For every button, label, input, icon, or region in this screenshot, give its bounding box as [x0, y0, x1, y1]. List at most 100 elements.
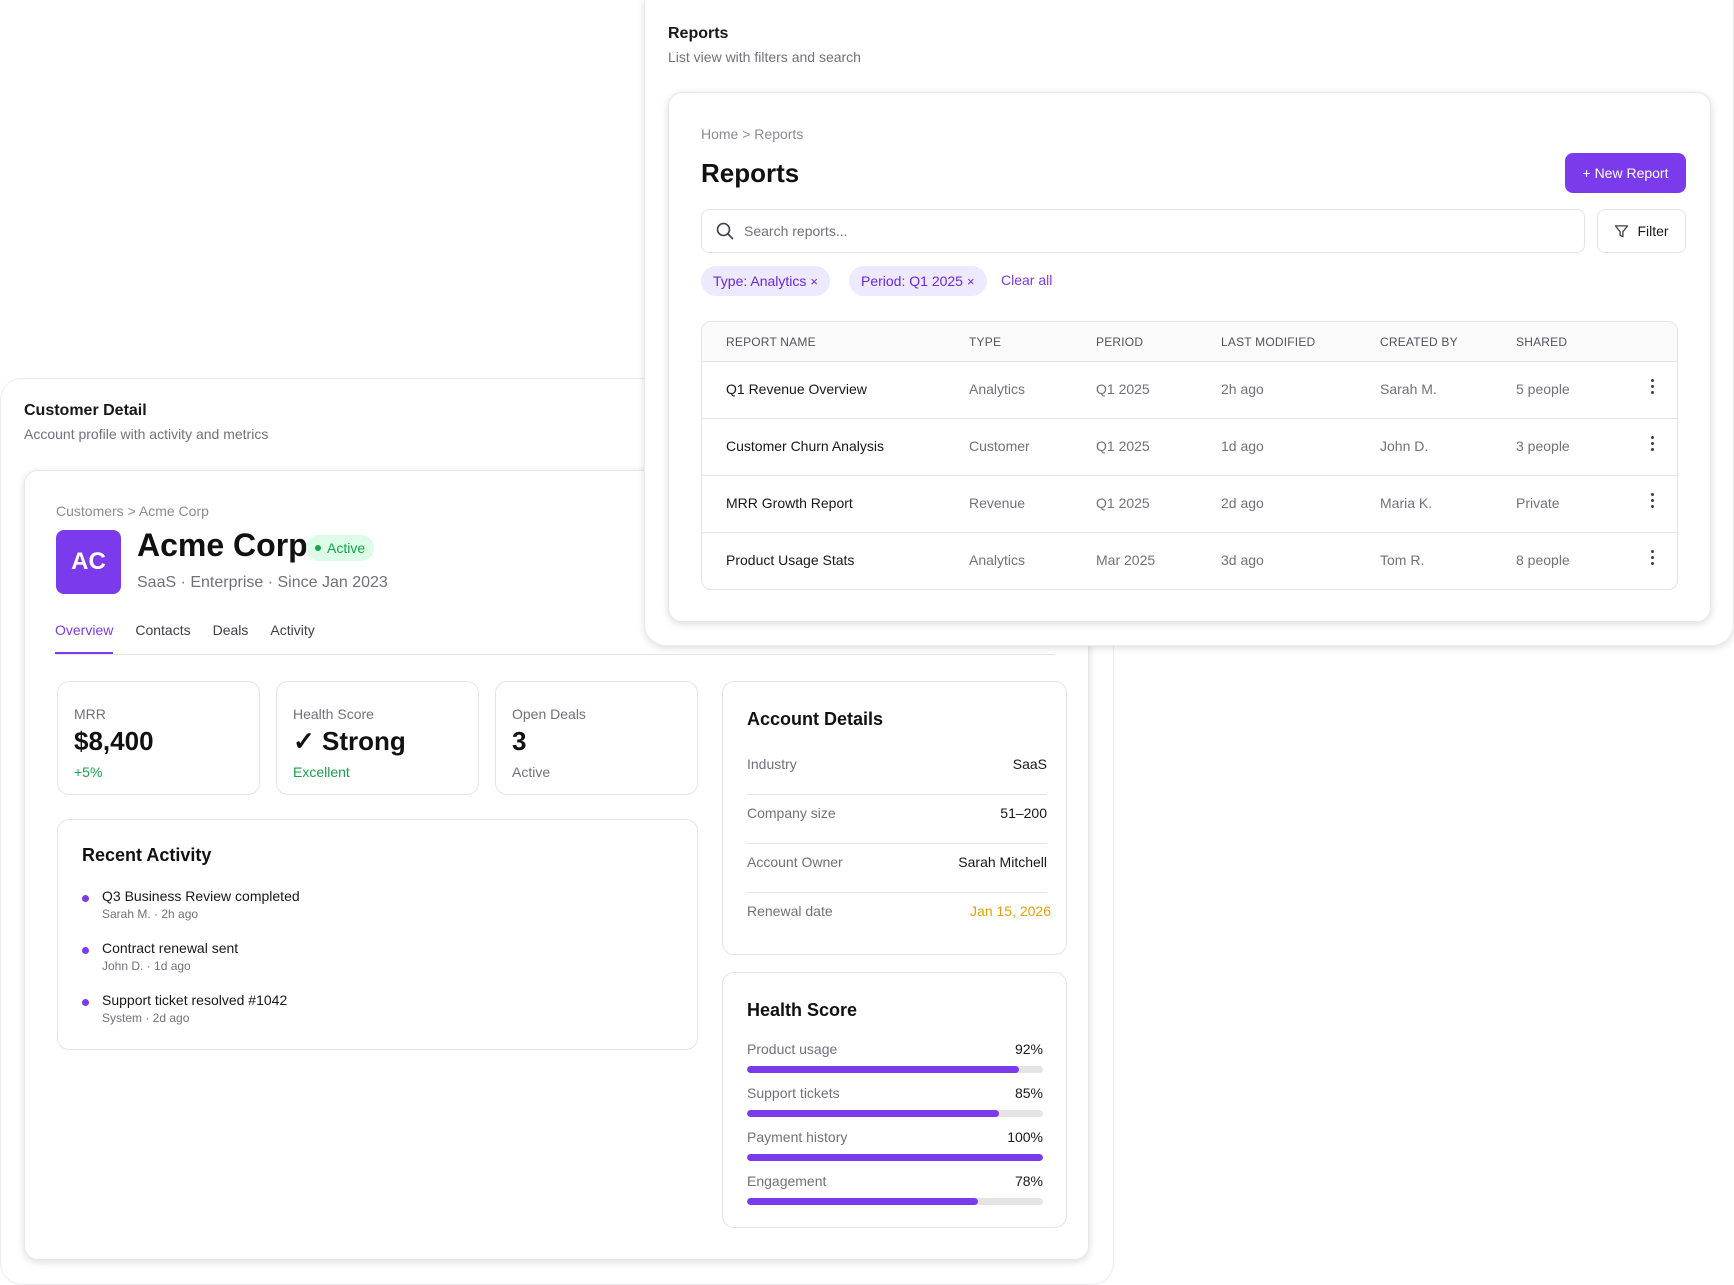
- detail-value: Sarah Mitchell: [958, 854, 1047, 870]
- metric-value: 85%: [1014, 1085, 1043, 1101]
- report-modified: 1d ago: [1221, 438, 1264, 454]
- kpi-label: Health Score: [293, 706, 374, 722]
- kpi-change: +5%: [74, 764, 103, 780]
- metric-label: Engagement: [747, 1173, 827, 1189]
- report-type: Revenue: [969, 495, 1026, 511]
- report-name[interactable]: Customer Churn Analysis: [726, 438, 884, 454]
- kpi-card-health: Health Score ✓ Strong Excellent: [276, 681, 479, 795]
- report-name[interactable]: Product Usage Stats: [726, 552, 854, 568]
- progress-track: [747, 1154, 1043, 1161]
- status-badge: Active: [306, 535, 375, 561]
- avatar: AC: [56, 530, 121, 594]
- close-icon[interactable]: ×: [967, 274, 975, 289]
- column-header[interactable]: REPORT NAME: [726, 335, 816, 349]
- detail-value: 51–200: [1000, 805, 1047, 821]
- chip-label: Period: Q1 2025: [861, 273, 963, 289]
- search-icon: [716, 222, 734, 240]
- kpi-label: Open Deals: [512, 706, 586, 722]
- metric-label: Payment history: [747, 1129, 848, 1145]
- more-vertical-icon[interactable]: [1651, 550, 1655, 570]
- reports-panel-title: Reports: [668, 25, 729, 42]
- metric-label: Product usage: [747, 1041, 838, 1057]
- customer-panel-subtitle: Account profile with activity and metric…: [24, 426, 269, 442]
- more-vertical-icon[interactable]: [1651, 436, 1655, 456]
- more-vertical-icon[interactable]: [1651, 493, 1655, 513]
- progress-track: [747, 1198, 1043, 1205]
- filter-chip-period[interactable]: Period: Q1 2025 ×: [849, 266, 987, 296]
- kpi-card-deals: Open Deals 3 Active: [495, 681, 698, 795]
- column-header[interactable]: TYPE: [969, 335, 1001, 349]
- report-creator: John D.: [1380, 438, 1429, 454]
- kpi-value: 3: [512, 726, 527, 756]
- metric-value: 100%: [1007, 1129, 1043, 1145]
- report-modified: 2h ago: [1221, 381, 1264, 397]
- activity-text: Contract renewal sent: [102, 940, 239, 956]
- filter-label: Filter: [1637, 223, 1669, 239]
- tab-bar: Overview Contacts Deals Activity: [55, 622, 337, 654]
- report-creator: Sarah M.: [1380, 381, 1437, 397]
- table-header: REPORT NAME TYPE PERIOD LAST MODIFIED CR…: [702, 322, 1677, 362]
- report-creator: Maria K.: [1380, 495, 1433, 511]
- tab-overview[interactable]: Overview: [55, 622, 114, 654]
- page-title: Acme Corp: [137, 527, 308, 563]
- metric-label: Support tickets: [747, 1085, 840, 1101]
- progress-fill: [747, 1066, 1020, 1073]
- filter-chip-type[interactable]: Type: Analytics ×: [701, 266, 830, 296]
- clear-all-link[interactable]: Clear all: [1001, 272, 1052, 288]
- customer-meta: SaaS · Enterprise · Since Jan 2023: [137, 574, 388, 591]
- report-name[interactable]: Q1 Revenue Overview: [726, 381, 867, 397]
- chip-label: Type: Analytics: [713, 273, 807, 289]
- report-shared: 5 people: [1516, 381, 1570, 397]
- column-header[interactable]: SHARED: [1516, 335, 1567, 349]
- kpi-value: $8,400: [74, 726, 154, 756]
- detail-row: Industry SaaS: [747, 746, 1047, 795]
- reports-table: REPORT NAME TYPE PERIOD LAST MODIFIED CR…: [701, 321, 1678, 590]
- tab-contacts[interactable]: Contacts: [135, 622, 190, 654]
- detail-key: Company size: [747, 805, 836, 821]
- health-score-card: Health Score Product usage 92% Support t…: [722, 972, 1067, 1228]
- more-vertical-icon[interactable]: [1651, 379, 1655, 399]
- tab-divider: [55, 654, 1055, 655]
- section-title: Account Details: [747, 709, 884, 729]
- metric-value: 92%: [1014, 1041, 1043, 1057]
- breadcrumb[interactable]: Customers > Acme Corp: [56, 503, 209, 519]
- tab-activity[interactable]: Activity: [270, 622, 314, 654]
- column-header[interactable]: PERIOD: [1096, 335, 1143, 349]
- close-icon[interactable]: ×: [810, 274, 818, 289]
- report-creator: Tom R.: [1380, 552, 1425, 568]
- column-header[interactable]: LAST MODIFIED: [1221, 335, 1315, 349]
- report-shared: 3 people: [1516, 438, 1570, 454]
- progress-track: [747, 1110, 1043, 1117]
- activity-meta: Sarah M. · 2h ago: [102, 907, 199, 921]
- detail-row: Account Owner Sarah Mitchell: [747, 844, 1047, 893]
- kpi-status: Excellent: [293, 764, 350, 780]
- report-modified: 2d ago: [1221, 495, 1264, 511]
- kpi-card-mrr: MRR $8,400 +5%: [57, 681, 260, 795]
- table-row[interactable]: Q1 Revenue Overview Analytics Q1 2025 2h…: [702, 362, 1677, 419]
- kpi-label: MRR: [74, 706, 106, 722]
- column-header[interactable]: CREATED BY: [1380, 335, 1458, 349]
- section-title: Health Score: [747, 1000, 858, 1020]
- detail-key: Account Owner: [747, 854, 843, 870]
- status-label: Active: [327, 540, 366, 556]
- table-row[interactable]: Product Usage Stats Analytics Mar 2025 3…: [702, 533, 1677, 589]
- activity-meta: System · 2d ago: [102, 1011, 190, 1025]
- search-input[interactable]: [744, 223, 1544, 239]
- report-name[interactable]: MRR Growth Report: [726, 495, 853, 511]
- customer-panel-title: Customer Detail: [24, 402, 147, 419]
- filter-button[interactable]: Filter: [1597, 209, 1686, 253]
- detail-key: Renewal date: [747, 903, 833, 919]
- report-period: Q1 2025: [1096, 495, 1150, 511]
- table-row[interactable]: MRR Growth Report Revenue Q1 2025 2d ago…: [702, 476, 1677, 533]
- tab-deals[interactable]: Deals: [213, 622, 249, 654]
- filter-icon: [1615, 224, 1629, 237]
- report-type: Analytics: [969, 552, 1026, 568]
- detail-row: Renewal date Jan 15, 2026: [747, 893, 1051, 942]
- new-report-button[interactable]: + New Report: [1565, 153, 1686, 193]
- breadcrumb[interactable]: Home > Reports: [701, 126, 803, 142]
- account-details-card: Account Details Industry SaaS Company si…: [722, 681, 1067, 955]
- table-row[interactable]: Customer Churn Analysis Customer Q1 2025…: [702, 419, 1677, 476]
- progress-track: [747, 1066, 1043, 1073]
- activity-text: Support ticket resolved #1042: [102, 992, 288, 1008]
- bullet-icon: [82, 947, 89, 954]
